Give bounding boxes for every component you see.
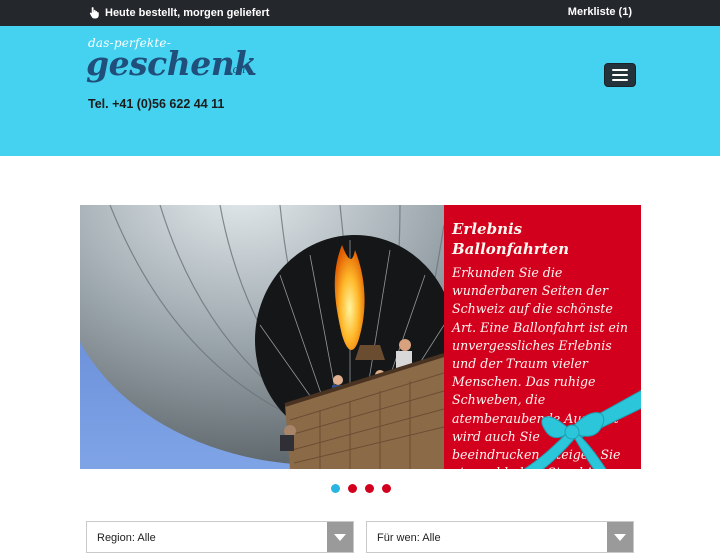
hand-pointer-icon xyxy=(89,7,99,19)
slider-dot-4[interactable] xyxy=(382,484,391,493)
hamburger-menu-icon xyxy=(612,69,628,71)
for-whom-select-value: Für wen: Alle xyxy=(377,532,441,544)
region-select-value: Region: Alle xyxy=(97,532,156,544)
top-bar: Heute bestellt, morgen geliefert Merklis… xyxy=(0,0,720,26)
site-header: das-perfekte- geschenk .ch Tel. +41 (0)5… xyxy=(0,26,720,156)
slider-dot-2[interactable] xyxy=(348,484,357,493)
hamburger-menu-button[interactable] xyxy=(604,63,636,87)
promo-text: Heute bestellt, morgen geliefert xyxy=(105,6,270,19)
phone-number: Tel. +41 (0)56 622 44 11 xyxy=(88,97,225,111)
hero-slider[interactable]: Erlebnis Ballonfahrten Erkunden Sie die … xyxy=(80,205,641,469)
slider-dot-3[interactable] xyxy=(365,484,374,493)
wishlist-link[interactable]: Merkliste (1) xyxy=(568,6,632,18)
slider-dot-1[interactable] xyxy=(331,484,340,493)
promo-notice: Heute bestellt, morgen geliefert xyxy=(88,6,269,19)
region-select[interactable]: Region: Alle xyxy=(86,521,354,553)
logo-domain: .ch xyxy=(229,63,246,76)
site-logo[interactable]: das-perfekte- geschenk .ch xyxy=(86,36,257,94)
slider-pagination xyxy=(331,484,391,493)
hot-air-balloon-image xyxy=(80,205,444,469)
chevron-down-icon xyxy=(607,522,633,552)
for-whom-select[interactable]: Für wen: Alle xyxy=(366,521,634,553)
chevron-down-icon xyxy=(327,522,353,552)
slide-title: Erlebnis Ballonfahrten xyxy=(452,220,570,258)
gift-ribbon-icon xyxy=(523,390,641,469)
